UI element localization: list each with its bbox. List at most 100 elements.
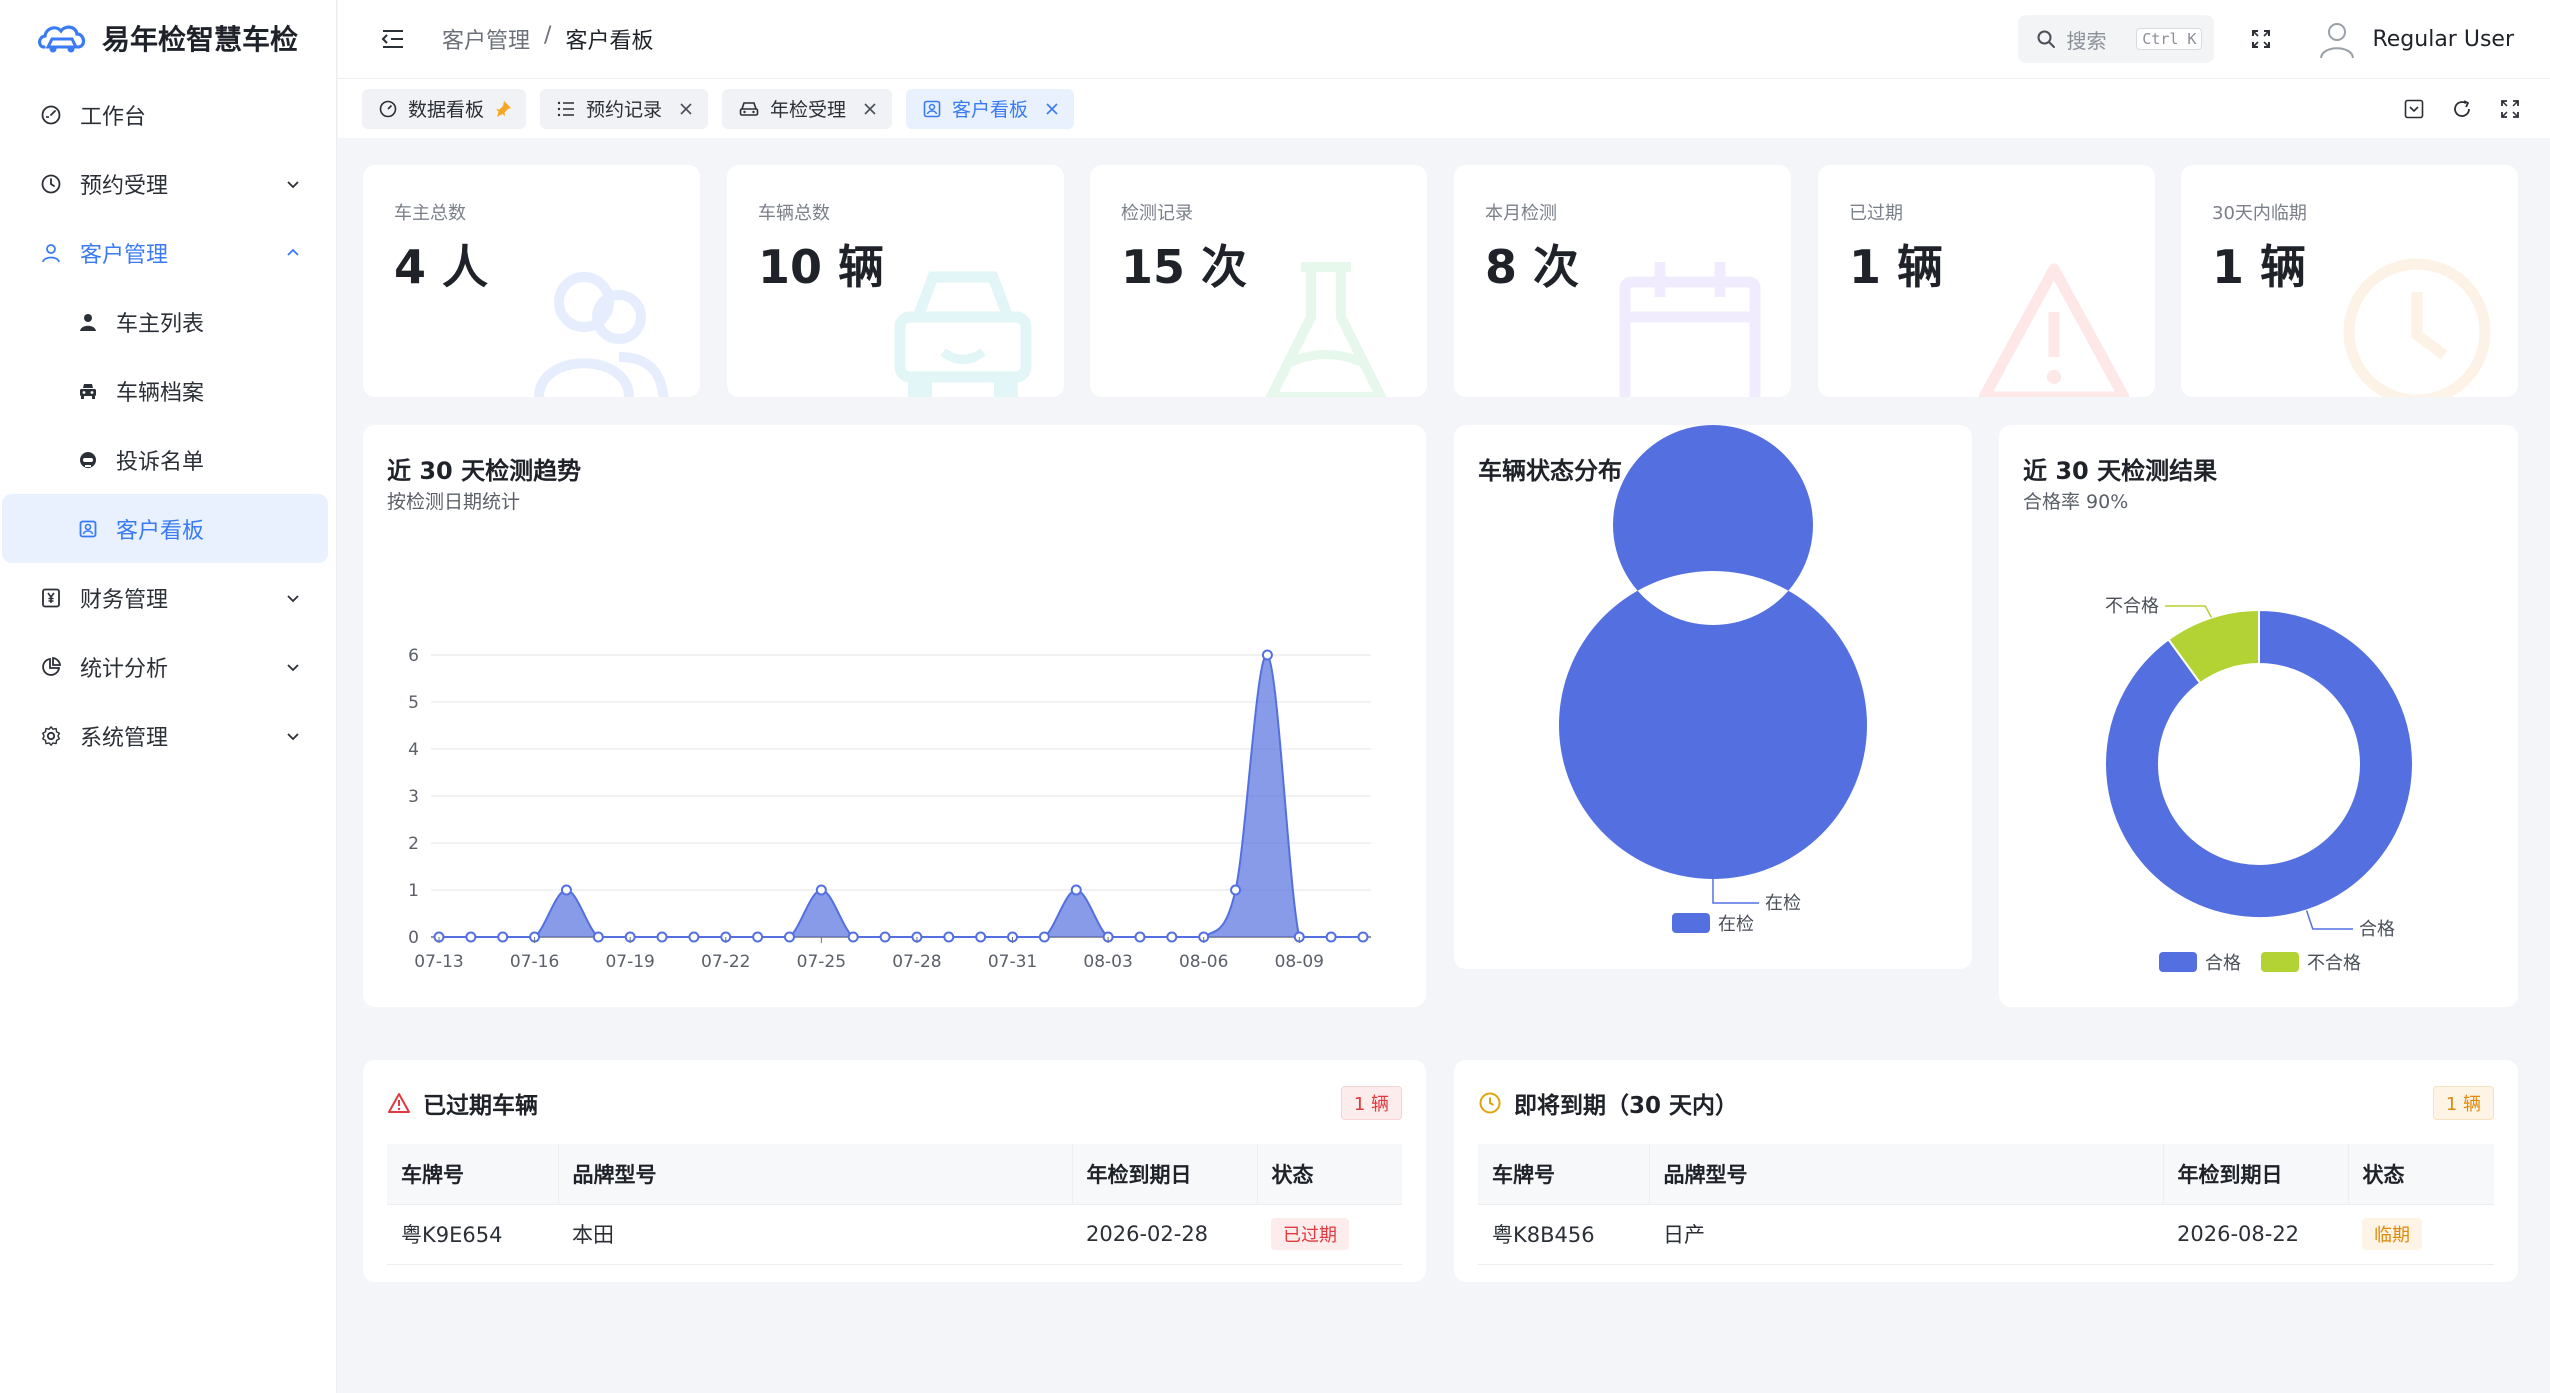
gear-icon: [40, 725, 62, 747]
stat-card-month: 本月检测 8 次: [1454, 165, 1791, 397]
app-logo[interactable]: 易年检智慧车检: [0, 0, 336, 76]
y-tick-label: 3: [408, 787, 419, 807]
y-tick-label: 5: [408, 693, 419, 713]
legend-label: 合格: [2205, 953, 2241, 974]
search-button[interactable]: 搜索 Ctrl K: [2018, 15, 2215, 63]
slice-label: 不合格: [2105, 596, 2159, 617]
flask-icon: [1266, 262, 1386, 397]
clock-icon: [1479, 1092, 1501, 1114]
sidebar: 易年检智慧车检 工作台 预约受理 客户管理 车主列表 车辆档案 投诉名单 客户看…: [0, 0, 337, 1393]
sidebar-item-booking[interactable]: 预约受理: [0, 149, 336, 218]
plate-cell: 粤K9E654: [387, 1204, 558, 1265]
breadcrumb-separator: /: [544, 23, 552, 48]
gauge-icon: [379, 100, 397, 117]
close-icon[interactable]: [1044, 101, 1060, 117]
data-point: [592, 931, 604, 943]
x-tick-label: 07-31: [988, 952, 1037, 972]
sidebar-item-customer-board[interactable]: 客户看板: [2, 494, 328, 563]
users-icon: [534, 272, 669, 397]
x-tick-label: 07-16: [510, 952, 559, 972]
calendar-icon: [1619, 262, 1761, 397]
tab-menu-icon[interactable]: [2402, 97, 2426, 121]
chevron-down-icon: [287, 180, 299, 188]
column-header[interactable]: 状态: [2348, 1144, 2494, 1205]
data-point: [1166, 931, 1178, 943]
column-header[interactable]: 品牌型号: [558, 1144, 1073, 1205]
search-label: 搜索: [2066, 28, 2107, 53]
avatar[interactable]: [2316, 18, 2358, 60]
collapse-sidebar-icon[interactable]: [378, 24, 408, 54]
x-tick-label: 07-13: [414, 952, 463, 972]
y-tick-label: 1: [408, 881, 419, 901]
column-header[interactable]: 车牌号: [387, 1144, 559, 1205]
stat-value: 15 次: [1121, 240, 1248, 294]
chevron-down-icon: [287, 663, 299, 671]
data-point: [1357, 931, 1369, 943]
breadcrumb-item-customers[interactable]: 客户管理: [442, 23, 530, 55]
data-point: [1038, 931, 1050, 943]
maximize-icon[interactable]: [2498, 97, 2522, 121]
brand-cell: 本田: [558, 1204, 1072, 1265]
stat-value: 1 辆: [2212, 240, 2307, 294]
column-header[interactable]: 车牌号: [1478, 1144, 1650, 1205]
count-badge: 1 辆: [1340, 1086, 1402, 1120]
stat-card-records: 检测记录 15 次: [1090, 165, 1427, 397]
column-header[interactable]: 年检到期日: [2163, 1144, 2349, 1205]
tab-booking-records[interactable]: 预约记录: [540, 88, 709, 129]
dashboard-icon: [40, 104, 62, 126]
trend-chart: 0 1 2 3 4 5 6 07-13 07-16 07-19 07-22 07-25 07-28 07-…: [408, 646, 1371, 972]
expired-vehicles-panel: 已过期车辆 1 辆 车牌号 品牌型号 年检到期日 状态 粤K9E654 本田 2…: [363, 1060, 1426, 1282]
user-icon: [40, 242, 62, 264]
sidebar-item-statistics[interactable]: 统计分析: [0, 632, 336, 701]
close-icon[interactable]: [862, 101, 878, 117]
clock-icon: [2343, 258, 2491, 397]
table-row[interactable]: 粤K8B456 日产 2026-08-22 临期: [1478, 1204, 2494, 1265]
data-point: [688, 931, 700, 943]
column-header[interactable]: 年检到期日: [1072, 1144, 1258, 1205]
sidebar-item-system[interactable]: 系统管理: [0, 701, 336, 770]
fullscreen-icon[interactable]: [2246, 24, 2276, 54]
tab-data-board[interactable]: 数据看板: [362, 88, 527, 129]
sidebar-item-workbench[interactable]: 工作台: [0, 80, 336, 149]
sidebar-menu: 工作台 预约受理 客户管理 车主列表 车辆档案 投诉名单 客户看板 财务管理 统…: [0, 76, 336, 770]
table-row[interactable]: 粤K9E654 本田 2026-02-28 已过期: [387, 1204, 1402, 1265]
close-icon[interactable]: [678, 101, 694, 117]
y-tick-label: 4: [408, 740, 419, 760]
x-tick-label: 08-06: [1179, 952, 1228, 972]
header-actions: 搜索 Ctrl K Regular User: [2018, 15, 2514, 63]
due-cell: 2026-02-28: [1072, 1204, 1257, 1265]
legend-swatch: [2159, 952, 2197, 972]
user-name[interactable]: Regular User: [2372, 27, 2514, 52]
sidebar-item-vehicle-records[interactable]: 车辆档案: [0, 356, 336, 425]
refresh-icon[interactable]: [2450, 97, 2474, 121]
tab-inspection-intake[interactable]: 年检受理: [722, 88, 893, 129]
legend-swatch: [2261, 952, 2299, 972]
sidebar-item-finance[interactable]: 财务管理: [0, 563, 336, 632]
data-point: [1325, 931, 1337, 943]
x-tick-label: 07-28: [892, 952, 941, 972]
slice-label: 在检: [1765, 893, 1801, 914]
tab-customer-board[interactable]: 客户看板: [906, 88, 1075, 129]
stat-value: 1 辆: [1849, 240, 1944, 294]
data-point: [783, 931, 795, 943]
pin-icon[interactable]: [494, 100, 512, 118]
status-chart: 在检在检: [1558, 425, 1867, 935]
contact-card-icon: [923, 100, 941, 117]
breadcrumb: 客户管理 / 客户看板: [442, 23, 653, 55]
chevron-down-icon: [287, 732, 299, 740]
stat-card-expired: 已过期 1 辆: [1818, 165, 2155, 397]
upcoming-table: 车牌号 品牌型号 年检到期日 状态 粤K8B456 日产 2026-08-22 …: [1478, 1144, 2494, 1265]
data-point: [465, 931, 477, 943]
chevron-down-icon: [287, 594, 299, 602]
sidebar-item-customers[interactable]: 客户管理: [0, 218, 336, 287]
column-header[interactable]: 品牌型号: [1649, 1144, 2164, 1205]
stat-value: 8 次: [1485, 240, 1580, 294]
trend-panel: 近 30 天检测趋势 按检测日期统计 0 1 2 3 4 5 6 07-13 07-16 07-1…: [363, 425, 1426, 1007]
sidebar-item-owner-list[interactable]: 车主列表: [0, 287, 336, 356]
data-point: [497, 931, 509, 943]
data-point: [943, 931, 955, 943]
sidebar-item-complaints[interactable]: 投诉名单: [0, 425, 336, 494]
x-tick-label: 07-25: [797, 952, 846, 972]
column-header[interactable]: 状态: [1257, 1144, 1402, 1205]
x-tick-label: 08-03: [1083, 952, 1132, 972]
